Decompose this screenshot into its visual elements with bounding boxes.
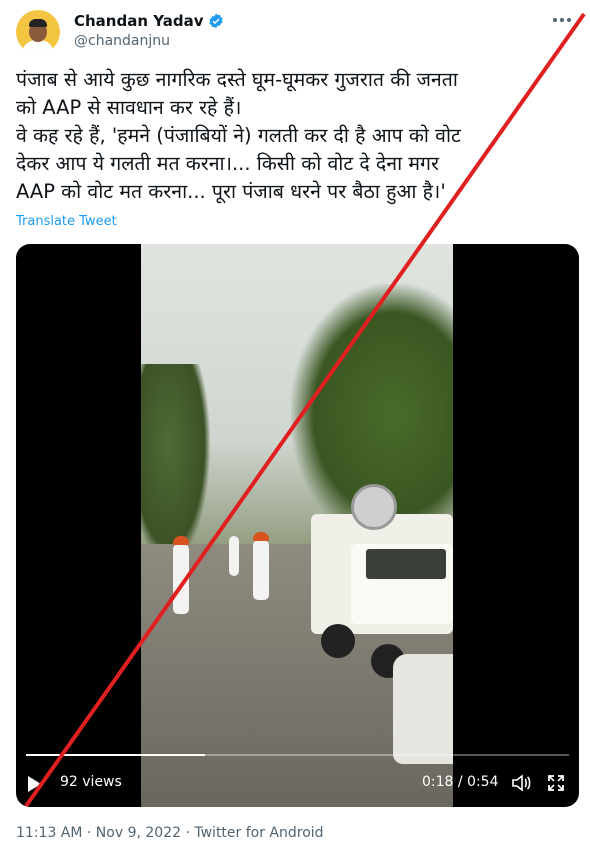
video-frame	[141, 244, 453, 807]
tweet-text-line: देकर आप ये गलती मत करना।... किसी को वोट …	[16, 152, 439, 175]
author-handle[interactable]: @chandanjnu	[74, 33, 170, 49]
play-icon[interactable]	[28, 776, 41, 792]
volume-icon[interactable]	[511, 774, 531, 792]
tweet-text-line: AAP को वोट मत करना... पूरा पंजाब धरने पर…	[16, 180, 446, 203]
translate-tweet-link[interactable]: Translate Tweet	[16, 214, 117, 229]
video-progress-fill	[26, 754, 206, 756]
avatar[interactable]	[16, 10, 60, 54]
scene-turban	[173, 536, 189, 545]
video-time: 0:18 / 0:54	[422, 774, 499, 790]
scene-wheel	[321, 624, 355, 658]
verified-badge-icon	[208, 13, 223, 29]
scene-loudspeaker	[351, 484, 397, 530]
tweet-footer: 11:13 AM · Nov 9, 2022 · Twitter for And…	[16, 825, 324, 841]
scene-person	[253, 540, 269, 600]
tweet-text: पंजाब से आये कुछ नागरिक दस्ते घूम-घूमकर …	[16, 66, 572, 206]
tweet-text-line: पंजाब से आये कुछ नागरिक दस्ते घूम-घूमकर …	[16, 68, 458, 91]
author-name[interactable]: Chandan Yadav	[74, 12, 204, 30]
tweet-header: Chandan Yadav @chandanjnu	[16, 8, 576, 56]
video-controls: 92 views 0:18 / 0:54	[16, 768, 579, 798]
avatar-hair	[29, 19, 47, 27]
video-progress-track[interactable]	[26, 754, 569, 756]
tweet-text-line: वे कह रहे हैं, 'हमने (पंजाबियों ने) गलती…	[16, 124, 461, 147]
scene-turban	[253, 532, 269, 541]
scene-person	[173, 544, 189, 614]
scene-person	[229, 536, 239, 576]
avatar-body	[22, 40, 54, 54]
fullscreen-icon[interactable]	[547, 774, 565, 792]
video-views: 92 views	[60, 774, 122, 790]
author-name-row[interactable]: Chandan Yadav	[74, 12, 224, 30]
scene-trees-left	[141, 364, 211, 564]
scene-truck-windshield	[366, 549, 446, 579]
video-player[interactable]: 92 views 0:18 / 0:54	[16, 244, 579, 807]
more-options-icon[interactable]	[550, 12, 574, 28]
tweet-text-line: को AAP से सावधान कर रहे हैं।	[16, 96, 242, 119]
scene-car	[393, 654, 453, 764]
